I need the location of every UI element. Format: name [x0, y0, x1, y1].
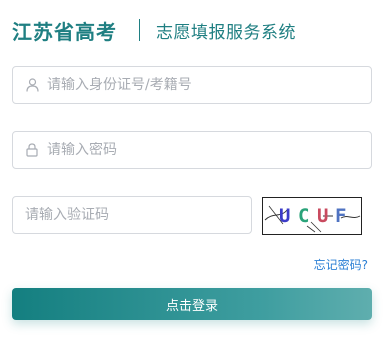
header: 江苏省高考 志愿填报服务系统: [12, 12, 296, 48]
brand-title: 江苏省高考: [12, 19, 117, 44]
captcha-image[interactable]: U C U F: [262, 197, 362, 235]
system-subtitle: 志愿填报服务系统: [156, 22, 296, 43]
lock-icon: [25, 143, 39, 157]
captcha-field-container: [12, 196, 252, 234]
password-field-container: [12, 131, 372, 169]
forgot-password-link[interactable]: 忘记密码?: [314, 256, 368, 273]
captcha-char: C: [298, 205, 309, 227]
captcha-char: F: [335, 205, 346, 227]
id-field-container: [12, 66, 372, 104]
captcha-input[interactable]: [25, 207, 245, 223]
captcha-char: U: [317, 205, 328, 227]
password-input[interactable]: [47, 142, 347, 158]
header-divider: [139, 19, 140, 41]
user-icon: [25, 78, 39, 92]
login-page: 江苏省高考 志愿填报服务系统 U C: [0, 0, 387, 338]
id-number-input[interactable]: [47, 77, 347, 93]
login-button[interactable]: 点击登录: [12, 288, 372, 320]
captcha-char: U: [279, 205, 290, 227]
